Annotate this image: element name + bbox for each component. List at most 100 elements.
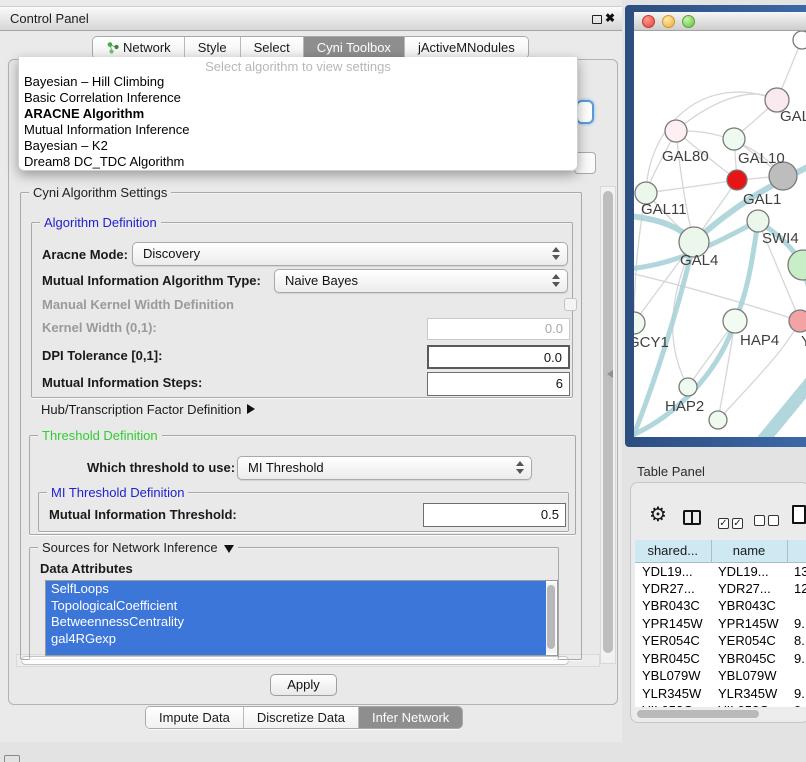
network-node-label: GAL10 bbox=[738, 150, 785, 167]
scrollbar-thumb[interactable] bbox=[637, 710, 759, 718]
traffic-light-close-icon[interactable] bbox=[642, 15, 655, 28]
network-node[interactable] bbox=[723, 128, 745, 150]
mi-threshold-field[interactable]: 0.5 bbox=[423, 503, 566, 527]
network-node[interactable] bbox=[789, 310, 806, 332]
select-all-columns-icon[interactable]: ✓✓ bbox=[718, 514, 746, 529]
tab-cyni-toolbox[interactable]: Cyni Toolbox bbox=[303, 37, 404, 58]
network-node[interactable] bbox=[727, 170, 747, 190]
table-row[interactable]: YDL19...YDL19...13 bbox=[635, 562, 806, 580]
columns-icon[interactable] bbox=[683, 510, 701, 525]
control-panel-tabs: NetworkStyleSelectCyni ToolboxjActiveMNo… bbox=[92, 36, 529, 59]
network-node-label: GAL1 bbox=[743, 191, 781, 208]
network-node[interactable] bbox=[665, 120, 687, 142]
close-icon[interactable]: ✖ bbox=[605, 11, 615, 25]
float-window-icon[interactable] bbox=[592, 15, 602, 24]
manual-kernel-checkbox[interactable] bbox=[564, 298, 577, 311]
algorithm-option[interactable]: Dream8 DC_TDC Algorithm bbox=[19, 154, 577, 170]
tab-style[interactable]: Style bbox=[184, 37, 240, 58]
network-node[interactable] bbox=[679, 378, 697, 396]
table-row[interactable]: YPR145WYPR145W9. bbox=[635, 615, 806, 633]
bottom-tab-impute-data[interactable]: Impute Data bbox=[146, 707, 243, 728]
table-horizontal-scrollbar[interactable] bbox=[635, 709, 806, 719]
control-panel-title: Control Panel bbox=[10, 7, 89, 31]
bottom-tabs: Impute DataDiscretize DataInfer Network bbox=[145, 706, 463, 729]
attribute-item-partial[interactable] bbox=[46, 647, 546, 656]
data-attributes-label: Data Attributes bbox=[40, 561, 133, 577]
aracne-mode-combo[interactable]: Discovery bbox=[132, 242, 568, 266]
tab-jactivemnodules[interactable]: jActiveMNodules bbox=[404, 37, 528, 58]
document-icon[interactable] bbox=[792, 505, 806, 524]
which-threshold-combo[interactable]: MI Threshold bbox=[237, 456, 532, 480]
network-node-label: SWI4 bbox=[762, 230, 799, 247]
table-row[interactable]: YBL079WYBL079W bbox=[635, 667, 806, 685]
attribute-item[interactable]: BetweennessCentrality bbox=[46, 614, 546, 631]
minimized-panel-icon[interactable] bbox=[4, 755, 20, 762]
tab-network[interactable]: Network bbox=[93, 37, 184, 58]
list-scrollbar[interactable] bbox=[546, 583, 556, 653]
bottom-tab-discretize-data[interactable]: Discretize Data bbox=[243, 707, 358, 728]
split-pane-collapse-icon[interactable] bbox=[607, 370, 613, 378]
table-row[interactable]: YER054CYER054C8. bbox=[635, 632, 806, 650]
network-edge bbox=[676, 94, 777, 131]
algorithm-option[interactable]: Basic Correlation Inference bbox=[19, 90, 577, 106]
table-column-header[interactable]: name bbox=[711, 540, 787, 562]
table-row[interactable]: YBR045CYBR045C9. bbox=[635, 650, 806, 668]
algorithm-option[interactable]: ARACNE Algorithm bbox=[19, 106, 577, 122]
network-node[interactable] bbox=[793, 31, 806, 49]
mi-steps-field[interactable]: 6 bbox=[427, 372, 570, 396]
network-node[interactable] bbox=[788, 250, 806, 280]
dpi-tolerance-label: DPI Tolerance [0,1]: bbox=[42, 344, 162, 368]
dpi-tolerance-field[interactable]: 0.0 bbox=[427, 345, 570, 369]
algorithm-option[interactable]: Mutual Information Inference bbox=[19, 122, 577, 138]
mi-type-combo[interactable]: Naive Bayes bbox=[274, 269, 568, 293]
table-row[interactable]: YLR345WYLR345W9. bbox=[635, 685, 806, 703]
data-attributes-list[interactable]: SelfLoopsTopologicalCoefficientBetweenne… bbox=[45, 580, 558, 656]
traffic-light-zoom-icon[interactable] bbox=[682, 15, 695, 28]
disclosure-right-icon[interactable] bbox=[247, 404, 255, 414]
bottom-tab-infer-network[interactable]: Infer Network bbox=[358, 707, 462, 728]
network-edge bbox=[634, 273, 800, 321]
algorithm-dropdown-placeholder: Select algorithm to view settings bbox=[19, 59, 577, 74]
settings-vertical-scrollbar[interactable] bbox=[600, 186, 616, 664]
scrollbar-thumb[interactable] bbox=[603, 191, 613, 653]
network-graph: GALGAL80GAL10GAL1GAL11SWI4GAL4GCY1HAP4YH… bbox=[634, 31, 806, 437]
table-row[interactable]: YIL052CYIL052C9. bbox=[635, 702, 806, 707]
network-canvas[interactable]: GALGAL80GAL10GAL1GAL11SWI4GAL4GCY1HAP4YH… bbox=[634, 31, 806, 437]
attribute-item[interactable]: gal4RGexp bbox=[46, 631, 546, 648]
group-title: Sources for Network Inference bbox=[38, 540, 238, 555]
network-node-label: GAL11 bbox=[641, 201, 687, 218]
table-row[interactable]: YBR043CYBR043C bbox=[635, 597, 806, 615]
combo-stepper-icon bbox=[552, 274, 560, 287]
gear-icon[interactable]: ⚙ bbox=[649, 505, 667, 525]
table-column-header[interactable]: shared... bbox=[635, 540, 711, 562]
scrollbar-thumb[interactable] bbox=[547, 585, 555, 649]
node-table: shared...nameA YDL19...YDL19...13YDR27..… bbox=[635, 540, 806, 707]
network-view-window[interactable]: GALGAL80GAL10GAL1GAL11SWI4GAL4GCY1HAP4YH… bbox=[625, 5, 806, 447]
combo-stepper-icon bbox=[552, 247, 560, 260]
group-title: Threshold Definition bbox=[38, 428, 162, 443]
algorithm-option[interactable]: Bayesian – K2 bbox=[19, 138, 577, 154]
algorithm-definition-group: Algorithm Definition Aracne Mode: Discov… bbox=[31, 222, 573, 398]
mi-threshold-label: Mutual Information Threshold: bbox=[49, 503, 237, 527]
network-node[interactable] bbox=[747, 210, 769, 232]
apply-button[interactable]: Apply bbox=[270, 674, 337, 696]
table-column-header[interactable]: A bbox=[787, 540, 806, 562]
attribute-item[interactable]: SelfLoops bbox=[46, 581, 546, 598]
attribute-item[interactable]: TopologicalCoefficient bbox=[46, 598, 546, 615]
network-node[interactable] bbox=[634, 312, 645, 334]
table-row[interactable]: YDR27...YDR27...12 bbox=[635, 580, 806, 598]
network-node[interactable] bbox=[723, 309, 747, 333]
hub-definition-expander[interactable]: Hub/Transcription Factor Definition bbox=[41, 402, 255, 418]
inference-algorithm-combo-fragment[interactable] bbox=[576, 100, 594, 124]
control-panel-titlebar[interactable]: Control Panel ✖ bbox=[0, 6, 622, 31]
network-window-titlebar[interactable] bbox=[634, 12, 806, 31]
sources-group: Sources for Network Inference Data Attri… bbox=[29, 547, 559, 659]
threshold-definition-group: Threshold Definition Which threshold to … bbox=[29, 435, 576, 535]
algorithm-option[interactable]: Bayesian – Hill Climbing bbox=[19, 74, 577, 90]
traffic-light-minimize-icon[interactable] bbox=[662, 15, 675, 28]
deselect-all-columns-icon[interactable] bbox=[754, 514, 782, 529]
disclosure-down-icon[interactable] bbox=[224, 545, 234, 553]
tab-select[interactable]: Select bbox=[240, 37, 303, 58]
network-node[interactable] bbox=[709, 411, 727, 429]
kernel-width-field[interactable]: 0.0 bbox=[427, 318, 570, 340]
